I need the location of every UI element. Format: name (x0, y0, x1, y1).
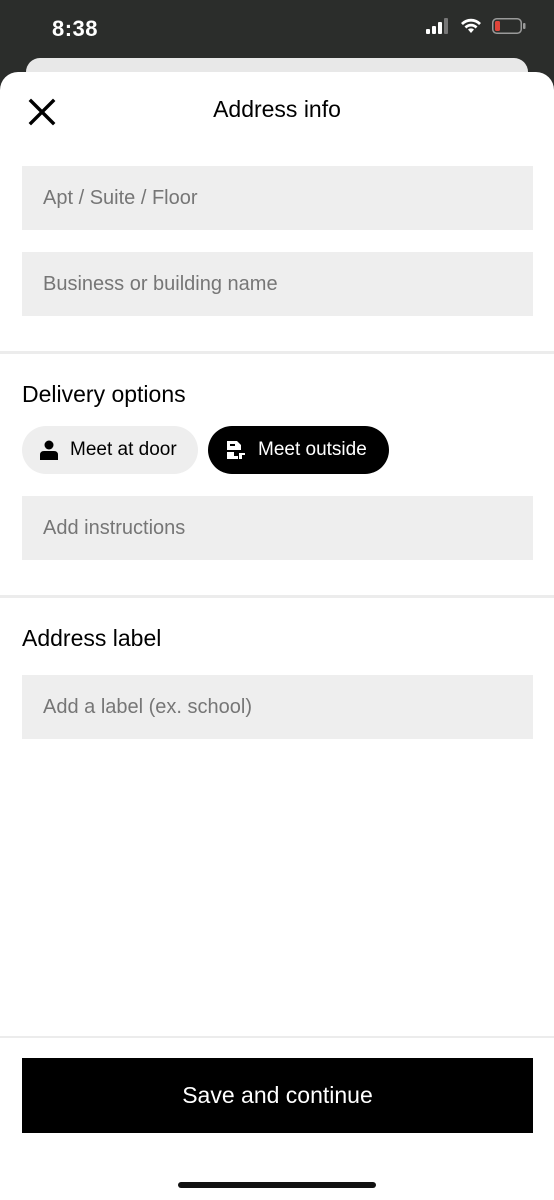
status-bar: 8:38 (0, 0, 554, 60)
meet-outside-option[interactable]: Meet outside (208, 426, 389, 474)
business-name-input[interactable] (22, 252, 533, 316)
apt-suite-floor-input[interactable] (22, 166, 533, 230)
battery-low-icon (492, 18, 526, 39)
person-icon (40, 440, 58, 460)
section-divider (0, 351, 554, 354)
delivery-options-title: Delivery options (22, 381, 186, 407)
page-title: Address info (213, 96, 341, 122)
status-time: 8:38 (52, 16, 99, 41)
address-label-input[interactable] (22, 675, 533, 739)
wifi-icon (460, 18, 482, 39)
meet-at-door-option[interactable]: Meet at door (22, 426, 198, 474)
home-indicator (178, 1182, 376, 1188)
instructions-input[interactable] (22, 496, 533, 560)
address-label-title: Address label (22, 625, 162, 651)
footer-divider (0, 1036, 554, 1038)
section-divider (0, 595, 554, 598)
save-and-continue-button[interactable]: Save and continue (22, 1058, 533, 1133)
address-info-sheet: Address info Delivery options Meet at do… (0, 72, 554, 1200)
handoff-icon (227, 441, 245, 459)
meet-outside-label: Meet outside (258, 439, 367, 460)
meet-at-door-label: Meet at door (70, 439, 177, 460)
sheet-header: Address info (0, 72, 554, 150)
signal-icon (426, 18, 450, 39)
status-icons (426, 18, 526, 39)
